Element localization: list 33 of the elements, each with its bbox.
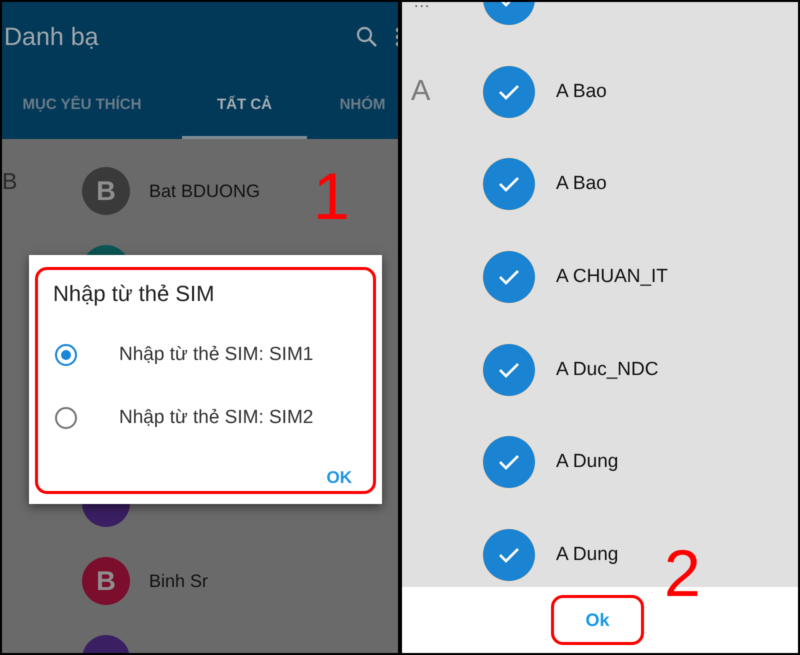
step-number: 2 [664, 540, 701, 606]
tab[interactable]: MỤC YÊU THÍCH [2, 72, 182, 139]
radio-option[interactable]: Nhập từ thẻ SIM: SIM1 [55, 323, 376, 386]
avatar-initial: B [96, 176, 116, 206]
section-letter: B [2, 168, 18, 195]
radio-button[interactable] [55, 406, 77, 428]
check-circle[interactable] [483, 66, 535, 118]
app-title: Danh bạ [4, 22, 100, 52]
contact-name: A Dung [556, 544, 618, 566]
dialog-title: Nhập từ thẻ SIM [53, 281, 216, 308]
tab[interactable]: NHÓM [307, 72, 398, 139]
contact-name: A Duc_NDC [556, 358, 658, 381]
radio-option[interactable]: Nhập từ thẻ SIM: SIM2 [55, 386, 376, 449]
tab[interactable]: TẤT CẢ [182, 72, 307, 139]
contact-name: A Bao [556, 173, 607, 196]
contact-name: A CHUAN_IT [556, 266, 668, 288]
check-circle[interactable] [483, 344, 535, 396]
search-icon[interactable] [355, 25, 379, 49]
check-circle[interactable] [483, 251, 535, 304]
contact-name: A Bao [556, 80, 607, 103]
ok-button[interactable]: Ok [551, 595, 644, 645]
avatar-initial: B [96, 566, 116, 596]
check-circle[interactable] [483, 528, 535, 581]
radio-button[interactable] [55, 344, 77, 366]
contact-name: Bat BDUONG [149, 180, 260, 202]
index-mark: ... [414, 2, 430, 12]
contact-name: A Dung [556, 451, 618, 474]
contact-name: Binh Sr [149, 570, 208, 592]
check-circle[interactable] [483, 436, 535, 488]
ok-button[interactable]: OK [322, 466, 356, 490]
check-circle[interactable] [483, 158, 535, 210]
section-letter: A [411, 75, 430, 108]
step-number: 1 [313, 163, 350, 229]
